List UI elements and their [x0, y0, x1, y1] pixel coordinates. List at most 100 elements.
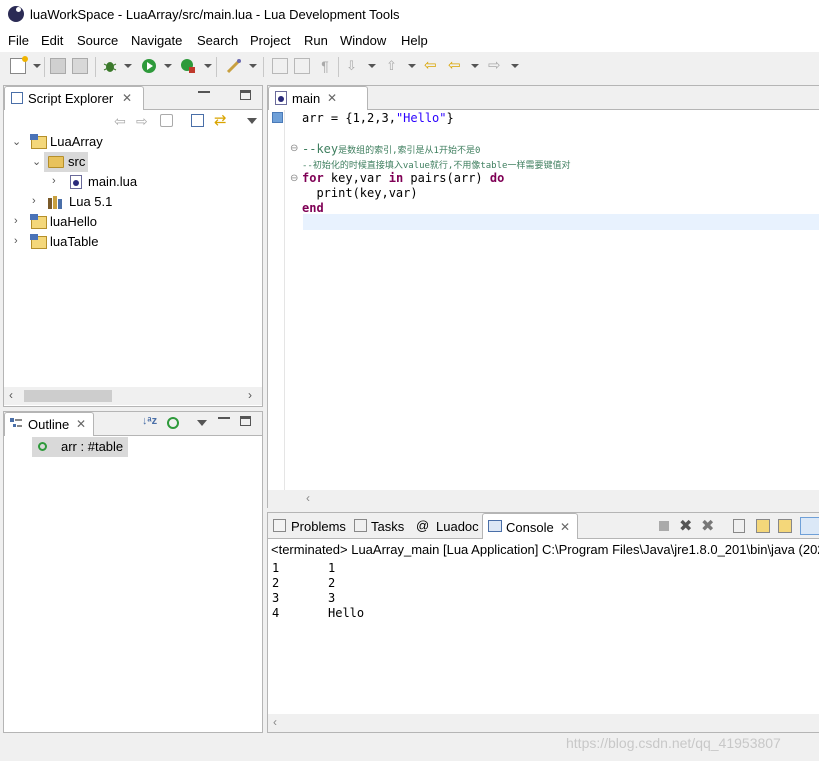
new-dropdown-icon[interactable]: [33, 64, 41, 68]
tree-item-main-lua[interactable]: › main.lua: [4, 172, 262, 192]
previous-annotation-dropdown-icon[interactable]: [408, 64, 416, 68]
minimize-icon[interactable]: [198, 91, 210, 103]
tree-item-luaarray[interactable]: ⌄ LuaArray: [4, 132, 262, 152]
minimize-icon[interactable]: [218, 417, 230, 429]
scroll-left-icon[interactable]: ‹: [9, 388, 13, 402]
close-icon[interactable]: ✕: [122, 91, 132, 105]
tree-item-luahello[interactable]: › luaHello: [4, 212, 262, 232]
fold-toggle-icon[interactable]: ⊖: [290, 173, 298, 184]
chevron-right-icon[interactable]: ›: [14, 215, 18, 227]
console-value: 3: [328, 591, 336, 605]
previous-annotation-icon[interactable]: ⇧: [386, 58, 402, 74]
save-icon[interactable]: [50, 58, 66, 74]
console-panel: Problems Tasks @ Luadoc Console ✕ ✖ ✖ <t…: [267, 512, 819, 733]
link-with-editor-icon[interactable]: ⇄: [214, 111, 227, 129]
debug-dropdown-icon[interactable]: [124, 64, 132, 68]
tab-tasks[interactable]: Tasks: [350, 513, 410, 539]
code-line-4[interactable]: for key,var in pairs(arr) do: [302, 171, 504, 186]
next-annotation-dropdown-icon[interactable]: [368, 64, 376, 68]
menu-edit[interactable]: Edit: [41, 33, 63, 48]
console-header: <terminated> LuaArray_main [Lua Applicat…: [271, 542, 819, 557]
window-title: luaWorkSpace - LuaArray/src/main.lua - L…: [30, 7, 400, 22]
open-perspective-icon[interactable]: [226, 58, 242, 74]
toggle-mark-icon[interactable]: [272, 58, 288, 74]
menu-navigate[interactable]: Navigate: [131, 33, 182, 48]
back-nav-icon[interactable]: ⇦: [114, 113, 126, 130]
tree-item-src[interactable]: src: [44, 152, 88, 172]
next-annotation-icon[interactable]: ⇩: [346, 58, 362, 74]
code-line-5[interactable]: print(key,var): [302, 186, 418, 201]
back-icon[interactable]: ⇦: [448, 58, 464, 74]
forward-nav-icon[interactable]: ⇨: [136, 113, 148, 130]
tab-problems[interactable]: Problems: [268, 513, 348, 539]
save-all-icon[interactable]: [72, 58, 88, 74]
console-horizontal-scrollbar[interactable]: ‹: [268, 714, 819, 732]
perspective-dropdown-icon[interactable]: [249, 64, 257, 68]
sort-icon[interactable]: ↓ᵃz: [142, 415, 157, 427]
code-line-6[interactable]: end: [302, 201, 324, 216]
scroll-right-icon[interactable]: ›: [248, 388, 252, 402]
code-text: print(key,var): [302, 186, 418, 200]
tree-item-label: main.lua: [88, 174, 138, 189]
back-dropdown-icon[interactable]: [471, 64, 479, 68]
current-line-highlight: [303, 214, 819, 230]
new-icon[interactable]: [10, 56, 28, 74]
home-icon[interactable]: [160, 114, 173, 127]
hide-fields-icon[interactable]: [167, 417, 179, 429]
close-icon[interactable]: ✕: [327, 91, 337, 105]
menu-run[interactable]: Run: [304, 33, 328, 48]
menu-window[interactable]: Window: [340, 33, 386, 48]
fold-toggle-icon[interactable]: ⊖: [290, 143, 298, 154]
collapse-all-icon[interactable]: [191, 114, 204, 127]
chevron-down-icon[interactable]: ⌄: [32, 155, 41, 168]
debug-icon[interactable]: [102, 58, 118, 74]
pilcrow-icon[interactable]: ¶: [317, 58, 333, 74]
chevron-right-icon[interactable]: ›: [32, 195, 36, 207]
scroll-left-icon[interactable]: ‹: [273, 715, 277, 729]
tab-script-explorer[interactable]: Script Explorer ✕: [4, 86, 144, 110]
tab-console[interactable]: Console ✕: [482, 513, 578, 539]
remove-launch-icon[interactable]: ✖: [679, 516, 692, 536]
run-icon[interactable]: [141, 58, 157, 74]
script-explorer-icon: [11, 92, 23, 104]
terminate-icon[interactable]: [659, 521, 669, 531]
editor-horizontal-scrollbar[interactable]: ‹: [268, 490, 819, 508]
maximize-icon[interactable]: [240, 416, 251, 426]
chevron-right-icon[interactable]: ›: [52, 175, 56, 187]
scrollbar-thumb[interactable]: [24, 390, 112, 402]
clear-console-icon[interactable]: [733, 519, 745, 533]
last-edit-location-icon[interactable]: ⇦: [424, 58, 440, 74]
tab-outline[interactable]: Outline ✕: [4, 412, 94, 436]
menu-source[interactable]: Source: [77, 33, 118, 48]
tab-luadoc[interactable]: @ Luadoc: [412, 513, 482, 539]
block-selection-icon[interactable]: [294, 58, 310, 74]
close-icon[interactable]: ✕: [76, 417, 86, 431]
external-tools-dropdown-icon[interactable]: [204, 64, 212, 68]
menu-help[interactable]: Help: [401, 33, 428, 48]
tree-item-lua51[interactable]: › Lua 5.1: [4, 192, 262, 212]
word-wrap-icon[interactable]: [778, 519, 792, 533]
close-icon[interactable]: ✕: [560, 520, 570, 534]
tab-main[interactable]: main ✕: [268, 86, 368, 110]
scroll-lock-icon[interactable]: [756, 519, 770, 533]
forward-icon[interactable]: ⇨: [488, 58, 504, 74]
code-line-1[interactable]: arr = {1,2,3,"Hello"}: [302, 111, 454, 126]
tree-item-luatable[interactable]: › luaTable: [4, 232, 262, 252]
view-menu-icon[interactable]: [197, 420, 207, 426]
menu-search[interactable]: Search: [197, 33, 238, 48]
view-menu-icon[interactable]: [247, 118, 257, 124]
maximize-icon[interactable]: [240, 90, 251, 100]
external-tools-icon[interactable]: [180, 58, 196, 74]
forward-dropdown-icon[interactable]: [511, 64, 519, 68]
outline-item-arr[interactable]: arr : #table: [32, 437, 128, 457]
chevron-down-icon[interactable]: ⌄: [12, 135, 21, 148]
pin-console-icon[interactable]: [800, 517, 819, 535]
run-dropdown-icon[interactable]: [164, 64, 172, 68]
chevron-right-icon[interactable]: ›: [14, 235, 18, 247]
menu-project[interactable]: Project: [250, 33, 290, 48]
menu-file[interactable]: File: [8, 33, 29, 48]
remove-all-terminated-icon[interactable]: ✖: [701, 516, 714, 536]
tree-item-label: luaTable: [50, 234, 99, 249]
horizontal-scrollbar[interactable]: ‹ ›: [4, 387, 262, 405]
scroll-left-icon[interactable]: ‹: [306, 491, 310, 505]
